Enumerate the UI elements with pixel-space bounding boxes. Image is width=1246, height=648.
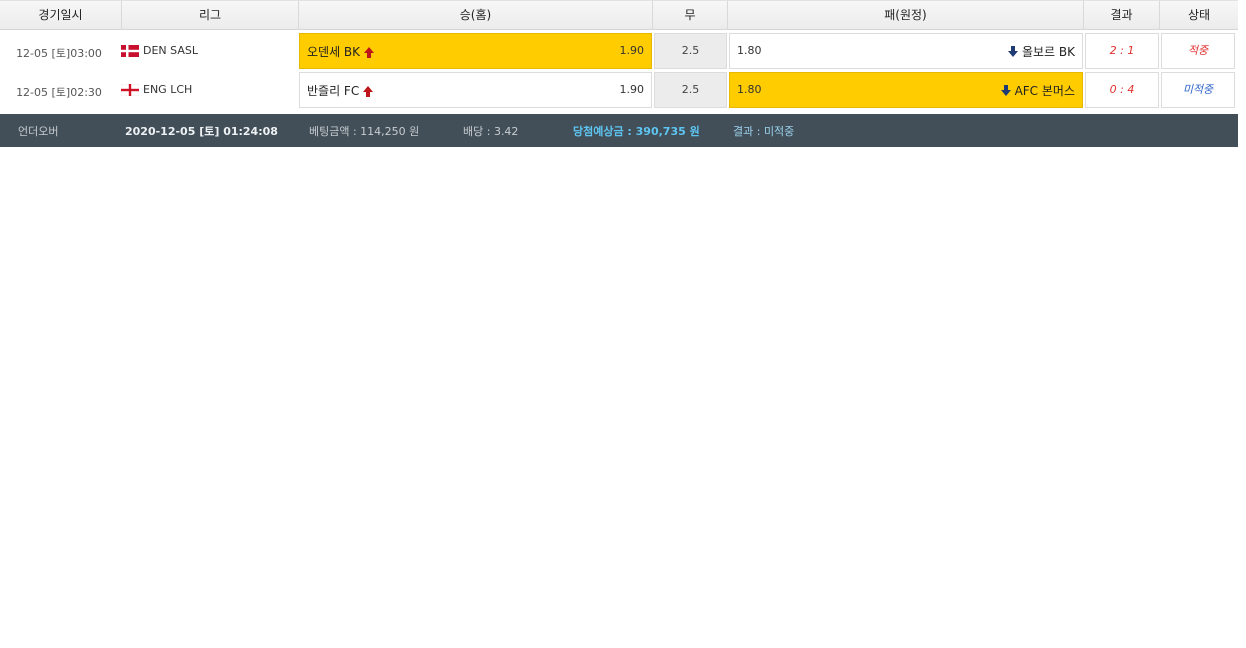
bet-odds: 배당 : 3.42 — [463, 125, 519, 138]
away-team-name: 올보르 BK — [1021, 45, 1075, 59]
bet-status: 미적중 — [1161, 72, 1235, 108]
table-row: 12-05 [토]02:30 ENG LCH 반즐리 FC 1.90 2.5 1… — [0, 72, 1238, 110]
away-odds: 1.80 — [737, 83, 762, 96]
home-odds: 1.90 — [619, 44, 645, 57]
arrow-up-icon — [363, 86, 374, 97]
league: DEN SASL — [121, 44, 198, 57]
away-team: 올보르 BK — [1007, 43, 1075, 60]
arrow-down-icon — [1007, 46, 1018, 57]
bet-summary-bar: 언더오버 2020-12-05 [토] 01:24:08 베팅금액 : 114,… — [0, 114, 1238, 147]
home-odds-button[interactable]: 반즐리 FC 1.90 — [299, 72, 652, 108]
match-result: 2 : 1 — [1085, 33, 1159, 69]
header-date: 경기일시 — [0, 1, 122, 30]
table-header: 경기일시 리그 승(홈) 무 패(원정) 결과 상태 — [0, 0, 1238, 30]
draw-odds-button[interactable]: 2.5 — [654, 33, 727, 69]
expected-winnings: 당첨예상금 : 390,735 원 — [573, 125, 700, 138]
bet-amount: 베팅금액 : 114,250 원 — [309, 125, 420, 138]
away-odds-button[interactable]: 1.80 올보르 BK — [729, 33, 1083, 69]
header-draw: 무 — [653, 1, 728, 30]
home-team: 오덴세 BK — [307, 43, 375, 60]
home-team-name: 반즐리 FC — [307, 84, 360, 98]
away-odds: 1.80 — [737, 44, 762, 57]
league: ENG LCH — [121, 83, 192, 96]
bet-datetime: 2020-12-05 [토] 01:24:08 — [125, 125, 278, 138]
league-name: ENG LCH — [143, 83, 193, 96]
match-time: 12-05 [토]03:00 — [16, 47, 102, 60]
arrow-down-icon — [1000, 85, 1011, 96]
denmark-flag-icon — [121, 44, 139, 57]
home-odds: 1.90 — [619, 83, 645, 96]
header-status: 상태 — [1187, 8, 1211, 22]
bet-result: 결과 : 미적중 — [733, 125, 795, 138]
match-time: 12-05 [토]02:30 — [16, 86, 102, 99]
league-name: DEN SASL — [143, 44, 198, 57]
home-odds-button[interactable]: 오덴세 BK 1.90 — [299, 33, 652, 69]
bet-status: 적중 — [1161, 33, 1235, 69]
header-result: 결과 — [1084, 1, 1160, 30]
header-league: 리그 — [122, 1, 299, 30]
table-row: 12-05 [토]03:00 DEN SASL 오덴세 BK 1.90 2.5 … — [0, 33, 1238, 71]
header-home: 승(홈) — [299, 1, 653, 30]
bet-type: 언더오버 — [18, 125, 59, 138]
home-team: 반즐리 FC — [307, 82, 374, 99]
england-flag-icon — [121, 83, 139, 96]
arrow-up-icon — [364, 47, 375, 58]
draw-odds-button[interactable]: 2.5 — [654, 72, 727, 108]
away-team: AFC 본머스 — [1000, 82, 1075, 99]
home-team-name: 오덴세 BK — [307, 45, 361, 59]
match-result: 0 : 4 — [1085, 72, 1159, 108]
away-team-name: AFC 본머스 — [1014, 84, 1075, 98]
header-away: 패(원정) — [728, 1, 1084, 30]
away-odds-button[interactable]: 1.80 AFC 본머스 — [729, 72, 1083, 108]
